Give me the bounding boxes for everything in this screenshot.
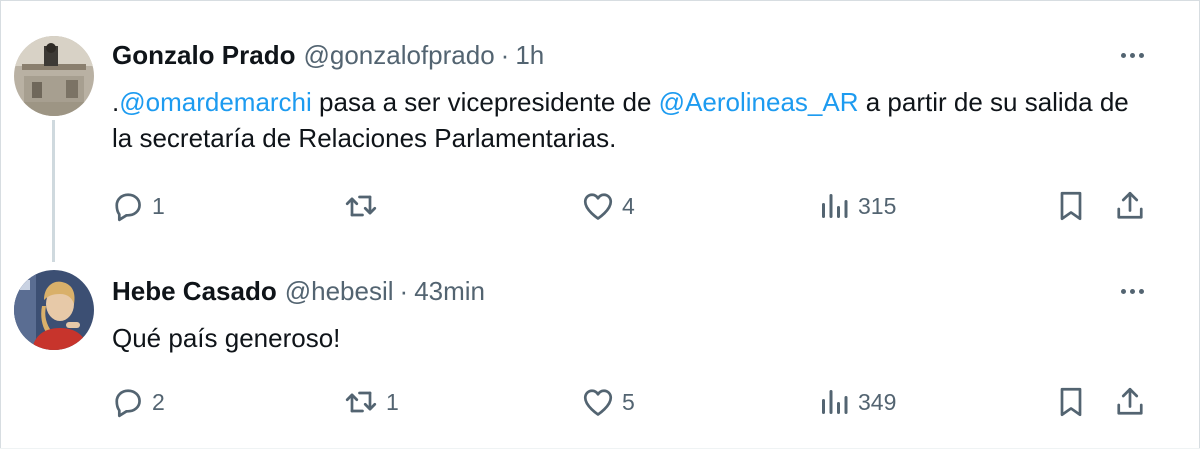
tweet[interactable]: Hebe Casado @hebesil · 43min Qué país ge… (0, 250, 1200, 450)
retweet-button[interactable]: 1 (342, 382, 399, 422)
reply-count: 1 (152, 192, 165, 219)
user-handle[interactable]: @gonzalofprado (303, 40, 494, 71)
bookmark-icon (1053, 188, 1089, 224)
more-icon[interactable] (1112, 276, 1152, 306)
like-count: 4 (622, 192, 635, 219)
share-icon (1112, 384, 1148, 420)
separator-dot: · (399, 276, 409, 306)
like-icon (580, 188, 616, 224)
reply-button[interactable]: 2 (110, 382, 165, 422)
more-icon[interactable] (1112, 40, 1152, 70)
views-button[interactable]: 349 (816, 382, 896, 422)
tweet-text: Qué país generoso! (112, 323, 341, 353)
share-button[interactable] (1112, 186, 1148, 226)
tweet[interactable]: Gonzalo Prado @gonzalofprado · 1h .@omar… (0, 0, 1200, 262)
views-icon (816, 384, 852, 420)
retweet-icon (342, 188, 380, 224)
display-name[interactable]: Gonzalo Prado (112, 40, 295, 71)
reply-count: 2 (152, 388, 165, 415)
timestamp[interactable]: 1h (515, 40, 544, 71)
bottom-divider (0, 448, 1200, 462)
views-count: 349 (858, 388, 897, 415)
like-icon (580, 384, 616, 420)
timestamp[interactable]: 43min (414, 276, 485, 307)
separator-dot: · (500, 40, 510, 70)
tweet-text: .@omardemarchi pasa a ser vicepresidente… (112, 84, 1152, 156)
bookmark-button[interactable] (1053, 186, 1089, 226)
avatar[interactable] (14, 36, 94, 116)
bookmark-icon (1053, 384, 1089, 420)
avatar[interactable] (14, 270, 94, 350)
bookmark-button[interactable] (1053, 382, 1089, 422)
mention-link[interactable]: @omardemarchi (119, 87, 312, 117)
views-button[interactable]: 315 (816, 186, 896, 226)
mention-link[interactable]: @Aerolineas_AR (659, 87, 859, 117)
tweet-actions: 1 4 315 (0, 186, 1200, 226)
share-button[interactable] (1112, 382, 1148, 422)
tweet-header: Hebe Casado @hebesil · 43min (112, 276, 485, 308)
display-name[interactable]: Hebe Casado (112, 276, 277, 307)
reply-icon (110, 188, 146, 224)
share-icon (1112, 188, 1148, 224)
retweet-icon (342, 384, 380, 420)
tweet-actions: 2 1 5 349 (0, 382, 1200, 422)
like-count: 5 (622, 388, 635, 415)
retweet-button[interactable] (342, 186, 386, 226)
text-middle: pasa a ser vicepresidente de (311, 87, 659, 117)
reply-button[interactable]: 1 (110, 186, 165, 226)
reply-icon (110, 384, 146, 420)
tweet-header: Gonzalo Prado @gonzalofprado · 1h (112, 40, 544, 72)
views-icon (816, 188, 852, 224)
views-count: 315 (858, 192, 897, 219)
retweet-count: 1 (386, 388, 399, 415)
like-button[interactable]: 4 (580, 186, 635, 226)
like-button[interactable]: 5 (580, 382, 635, 422)
user-handle[interactable]: @hebesil (285, 276, 394, 307)
